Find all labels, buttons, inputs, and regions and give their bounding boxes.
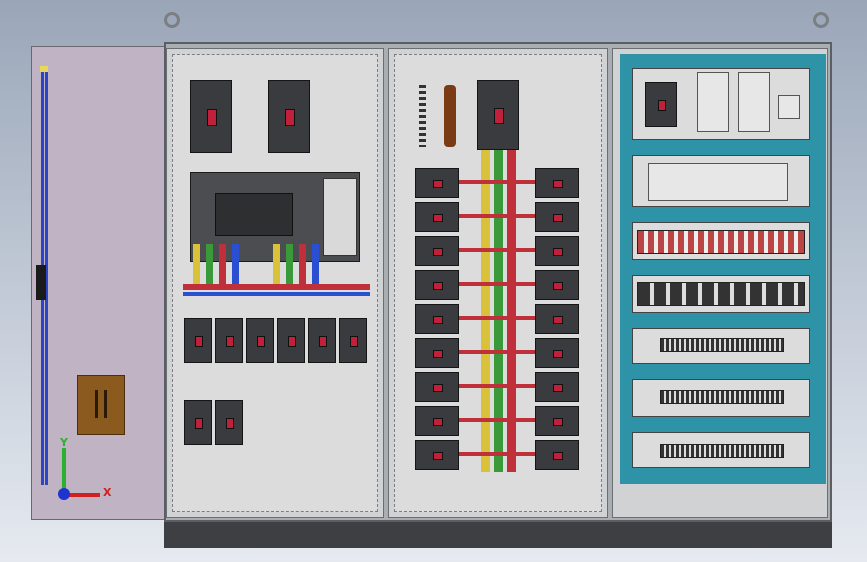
document-pocket [77, 375, 125, 435]
branch-breaker [415, 304, 459, 334]
busbar-blue [232, 244, 239, 286]
branch-breaker [415, 168, 459, 198]
branch-breaker [415, 202, 459, 232]
connector-strip [459, 282, 535, 286]
branch-breaker [535, 202, 579, 232]
power-supply [697, 72, 729, 132]
terminal-block [660, 338, 784, 352]
axis-origin [58, 488, 70, 500]
main-breaker [477, 80, 519, 150]
distribution-bar-blue [183, 292, 370, 296]
branch-breaker [415, 236, 459, 266]
lifting-eye-left [164, 12, 180, 28]
axis-x-label: X [103, 486, 112, 499]
cabinet-base [164, 520, 832, 548]
branch-breaker [415, 270, 459, 300]
branch-breaker [339, 318, 367, 363]
cabinet-door [31, 46, 165, 520]
connector-strip [459, 248, 535, 252]
door-top-pin [40, 66, 48, 72]
document-pocket-slot [104, 390, 107, 418]
branch-breaker [535, 440, 579, 470]
branch-breaker [308, 318, 336, 363]
connector-strip [459, 180, 535, 184]
branch-breaker [415, 338, 459, 368]
branch-breaker [215, 400, 243, 445]
branch-breaker [277, 318, 305, 363]
branch-breaker [184, 318, 212, 363]
relay-row [637, 230, 805, 254]
busbar-red [299, 244, 306, 286]
terminal-strip-vertical [419, 85, 426, 147]
branch-breaker [535, 270, 579, 300]
branch-breaker [215, 318, 243, 363]
relay-row [637, 282, 805, 306]
busbar-green [494, 150, 503, 472]
busbar-yellow [481, 150, 490, 472]
branch-breaker [535, 372, 579, 402]
busbar-blue [312, 244, 319, 286]
main-breaker [268, 80, 310, 153]
connector-strip [459, 384, 535, 388]
busbar-red [507, 150, 516, 472]
connector-strip [459, 316, 535, 320]
branch-breaker [184, 400, 212, 445]
branch-breaker [415, 440, 459, 470]
controller-side-module [323, 178, 357, 256]
connector-strip [459, 350, 535, 354]
branch-breaker [535, 338, 579, 368]
busbar-green [286, 244, 293, 286]
axis-y-label: Y [60, 436, 68, 449]
busbar-green [206, 244, 213, 286]
branch-breaker [535, 304, 579, 334]
busbar-yellow [273, 244, 280, 286]
plc-module [648, 163, 788, 201]
terminal-block [660, 444, 784, 458]
lifting-eye-right [813, 12, 829, 28]
main-breaker [190, 80, 232, 153]
connector-strip [459, 214, 535, 218]
power-supply [738, 72, 770, 132]
breaker-small [645, 82, 677, 127]
branch-breaker [415, 372, 459, 402]
branch-breaker [535, 236, 579, 266]
branch-breaker [535, 406, 579, 436]
terminal-block [660, 390, 784, 404]
busbar-yellow [193, 244, 200, 286]
busbar-red [219, 244, 226, 286]
connector-strip [459, 418, 535, 422]
branch-breaker [246, 318, 274, 363]
controller-display [215, 193, 293, 236]
connector-strip [459, 452, 535, 456]
door-latch [36, 265, 46, 300]
neutral-bar [444, 85, 456, 147]
relay-block [778, 95, 800, 119]
branch-breaker [535, 168, 579, 198]
distribution-bar-red [183, 284, 370, 290]
document-pocket-slot [95, 390, 98, 418]
branch-breaker [415, 406, 459, 436]
